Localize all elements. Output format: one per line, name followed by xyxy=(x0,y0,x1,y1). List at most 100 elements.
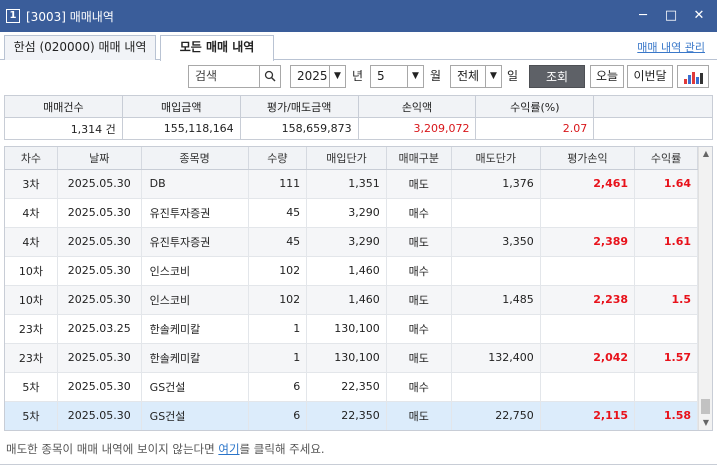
cell-trade-type: 매도 xyxy=(386,285,452,315)
this-month-button[interactable]: 이번달 xyxy=(627,65,673,88)
footer-here-link[interactable]: 여기 xyxy=(218,442,239,456)
cell-date: 2025.05.30 xyxy=(57,372,142,402)
table-row[interactable]: 23차 2025.03.25 한솔케미칼 1 130,100 매수 xyxy=(5,314,698,344)
cell-buy-price: 1,351 xyxy=(306,169,387,199)
summary-count: 1,314 건 xyxy=(4,117,123,140)
cell-return: 1.64 xyxy=(634,169,698,199)
summary-header-profit: 손익액 xyxy=(357,95,477,118)
summary-header-count: 매매건수 xyxy=(4,95,123,118)
table-row[interactable]: 5차 2025.05.30 GS건설 6 22,350 매수 xyxy=(5,372,698,402)
month-select[interactable]: 5 ▼ xyxy=(370,65,424,88)
table-row[interactable]: 23차 2025.05.30 한솔케미칼 1 130,100 매도 132,400 2,042… xyxy=(5,343,698,373)
footer-note: 매도한 종목이 매매 내역에 보이지 않는다면 여기를 클릭해 주세요. xyxy=(6,441,325,457)
cell-stock-name: 한솔케미칼 xyxy=(141,314,249,344)
query-button[interactable]: 조회 xyxy=(529,65,585,88)
table-row[interactable]: 3차 2025.05.30 DB 111 1,351 매도 1,376 2,461 1.64 xyxy=(5,169,698,199)
cell-trade-type: 매도 xyxy=(386,169,452,199)
table-row[interactable]: 10차 2025.05.30 인스코비 102 1,460 매도 1,485 2,238 1.5 xyxy=(5,285,698,315)
search-button[interactable] xyxy=(259,65,281,88)
cell-trade-type: 매수 xyxy=(386,314,452,344)
footer-text-before: 매도한 종목이 매매 내역에 보이지 않는다면 xyxy=(6,442,219,456)
header-buy-price[interactable]: 매입단가 xyxy=(306,147,387,170)
bottom-divider xyxy=(0,464,717,471)
cell-buy-price: 22,350 xyxy=(306,372,387,402)
cell-stock-name: GS건설 xyxy=(141,401,249,430)
today-button[interactable]: 오늘 xyxy=(590,65,624,88)
scroll-thumb[interactable] xyxy=(701,399,710,414)
tab-stock-history[interactable]: 한섬 (020000) 매매 내역 xyxy=(4,35,156,60)
cell-return xyxy=(634,198,698,228)
header-sell-price[interactable]: 매도단가 xyxy=(451,147,541,170)
scroll-down-icon[interactable]: ▼ xyxy=(699,416,712,430)
cell-sell-price: 1,376 xyxy=(451,169,541,199)
cell-buy-price: 1,460 xyxy=(306,285,387,315)
close-icon[interactable]: ✕ xyxy=(685,6,713,26)
cell-stock-name: DB xyxy=(141,169,249,199)
cell-sell-price xyxy=(451,314,541,344)
cell-trade-type: 매수 xyxy=(386,198,452,228)
cell-quantity: 111 xyxy=(248,169,308,199)
scroll-up-icon[interactable]: ▲ xyxy=(699,147,712,161)
cell-date: 2025.05.30 xyxy=(57,343,142,373)
cell-buy-price: 1,460 xyxy=(306,256,387,286)
cell-quantity: 6 xyxy=(248,372,308,402)
chart-button[interactable] xyxy=(677,65,709,88)
table-row[interactable]: 5차 2025.05.30 GS건설 6 22,350 매도 22,750 2,115 1.58 xyxy=(5,401,698,430)
cell-stock-name: 유진투자증권 xyxy=(141,198,249,228)
cell-eval-profit: 2,042 xyxy=(540,343,636,373)
cell-date: 2025.05.30 xyxy=(57,198,142,228)
table-row[interactable]: 10차 2025.05.30 인스코비 102 1,460 매수 xyxy=(5,256,698,286)
cell-trade-type: 매수 xyxy=(386,372,452,402)
header-date[interactable]: 날짜 xyxy=(57,147,142,170)
cell-return: 1.61 xyxy=(634,227,698,257)
search-input[interactable]: 검색 xyxy=(188,65,260,88)
window-number-badge: 1 xyxy=(6,9,20,23)
cell-date: 2025.05.30 xyxy=(57,401,142,430)
tab-bar: 한섬 (020000) 매매 내역 모든 매매 내역 매매 내역 관리 xyxy=(0,32,717,61)
manage-history-link[interactable]: 매매 내역 관리 xyxy=(637,39,705,55)
header-return[interactable]: 수익률 xyxy=(634,147,698,170)
cell-stock-name: 인스코비 xyxy=(141,285,249,315)
header-trade-type[interactable]: 매매구분 xyxy=(386,147,452,170)
summary-empty xyxy=(593,117,713,140)
header-quantity[interactable]: 수량 xyxy=(248,147,308,170)
cell-return xyxy=(634,314,698,344)
header-stock-name[interactable]: 종목명 xyxy=(141,147,249,170)
cell-round: 23차 xyxy=(5,314,58,344)
bar-chart-icon xyxy=(684,70,704,84)
cell-sell-price: 132,400 xyxy=(451,343,541,373)
summary-table: 매매건수 매입금액 평가/매도금액 손익액 수익률(%) 1,314 건 155… xyxy=(4,95,713,140)
cell-eval-profit xyxy=(540,256,636,286)
day-select[interactable]: 전체 ▼ xyxy=(450,65,502,88)
cell-round: 4차 xyxy=(5,198,58,228)
cell-stock-name: GS건설 xyxy=(141,372,249,402)
cell-sell-price: 1,485 xyxy=(451,285,541,315)
cell-eval-profit: 2,461 xyxy=(540,169,636,199)
cell-trade-type: 매수 xyxy=(386,256,452,286)
cell-round: 23차 xyxy=(5,343,58,373)
cell-eval-profit xyxy=(540,314,636,344)
year-select[interactable]: 2025 ▼ xyxy=(290,65,346,88)
cell-buy-price: 130,100 xyxy=(306,343,387,373)
month-value: 5 xyxy=(377,69,385,83)
window-title: [3003] 매매내역 xyxy=(26,9,114,24)
list-scrollbar[interactable]: ▲ ▼ xyxy=(698,147,712,430)
tab-all-history[interactable]: 모든 매매 내역 xyxy=(160,35,274,61)
cell-quantity: 45 xyxy=(248,227,308,257)
minimize-icon[interactable]: ─ xyxy=(629,6,657,26)
cell-sell-price xyxy=(451,372,541,402)
title-bar: 1 [3003] 매매내역 ─ □ ✕ xyxy=(0,0,717,32)
header-eval-profit[interactable]: 평가손익 xyxy=(540,147,636,170)
maximize-icon[interactable]: □ xyxy=(657,6,685,26)
footer-text-after: 를 클릭해 주세요. xyxy=(239,442,325,456)
chevron-down-icon: ▼ xyxy=(485,66,501,87)
table-row[interactable]: 4차 2025.05.30 유진투자증권 45 3,290 매수 xyxy=(5,198,698,228)
day-value: 전체 xyxy=(457,69,480,83)
cell-round: 5차 xyxy=(5,401,58,430)
cell-trade-type: 매도 xyxy=(386,343,452,373)
cell-return: 1.5 xyxy=(634,285,698,315)
header-round[interactable]: 차수 xyxy=(5,147,58,170)
month-label: 월 xyxy=(430,69,442,83)
table-row[interactable]: 4차 2025.05.30 유진투자증권 45 3,290 매도 3,350 2,389 1.6… xyxy=(5,227,698,257)
cell-date: 2025.05.30 xyxy=(57,285,142,315)
